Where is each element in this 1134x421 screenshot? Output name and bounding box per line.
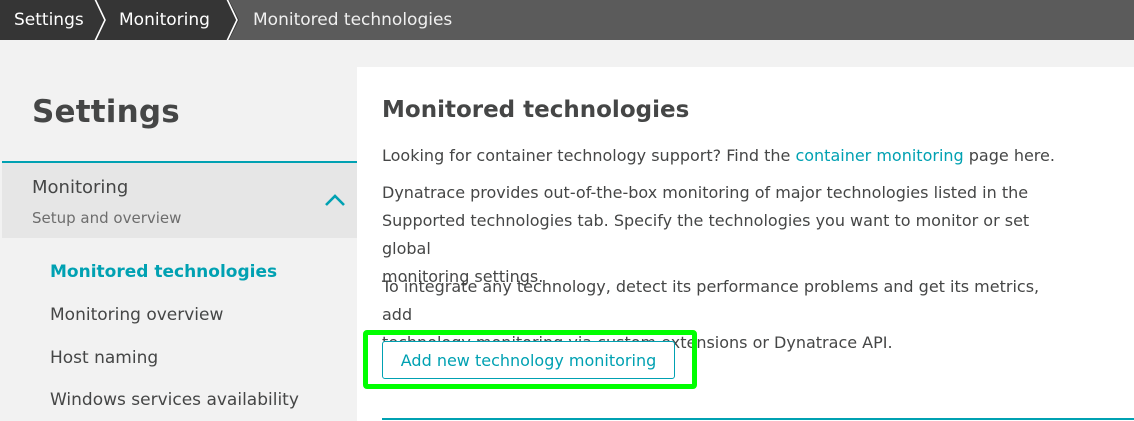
breadcrumb-monitoring[interactable]: Monitoring — [97, 0, 239, 40]
description-line: Dynatrace provides out-of-the-box monito… — [382, 183, 1029, 202]
breadcrumb-settings-label: Settings — [14, 10, 84, 30]
page-title: Monitored technologies — [382, 97, 690, 123]
sidebar-item-windows-services-availability[interactable]: Windows services availability — [50, 390, 299, 410]
breadcrumb-monitoring-label: Monitoring — [119, 10, 210, 30]
sidebar-item-host-naming[interactable]: Host naming — [50, 348, 158, 368]
sidebar-group-subtitle: Setup and overview — [32, 209, 182, 227]
breadcrumb-separator-icon — [87, 0, 107, 40]
intro-prefix: Looking for container technology support… — [382, 146, 796, 165]
integration-line: To integrate any technology, detect its … — [382, 277, 1040, 324]
sidebar-title: Settings — [32, 94, 180, 130]
intro-suffix: page here. — [963, 146, 1055, 165]
section-divider — [382, 418, 1134, 420]
intro-text: Looking for container technology support… — [382, 142, 1062, 170]
sidebar-group-title: Monitoring — [32, 177, 129, 198]
breadcrumb-current-label: Monitored technologies — [253, 10, 453, 30]
chevron-up-icon[interactable] — [324, 193, 346, 207]
breadcrumb-separator-icon — [219, 0, 239, 40]
breadcrumb-current: Monitored technologies — [229, 0, 452, 40]
description-line: Supported technologies tab. Specify the … — [382, 211, 1030, 258]
sidebar-group-monitoring[interactable]: Monitoring Setup and overview — [2, 163, 357, 238]
add-new-technology-monitoring-button[interactable]: Add new technology monitoring — [382, 341, 675, 379]
container-monitoring-link[interactable]: container monitoring — [795, 146, 963, 165]
sidebar: Settings Monitoring Setup and overview M… — [2, 40, 357, 421]
sidebar-item-monitored-technologies[interactable]: Monitored technologies — [50, 262, 277, 282]
sidebar-item-monitoring-overview[interactable]: Monitoring overview — [50, 305, 223, 325]
breadcrumb: Settings Monitoring Monitored technologi… — [0, 0, 1134, 40]
breadcrumb-settings[interactable]: Settings — [0, 0, 107, 40]
